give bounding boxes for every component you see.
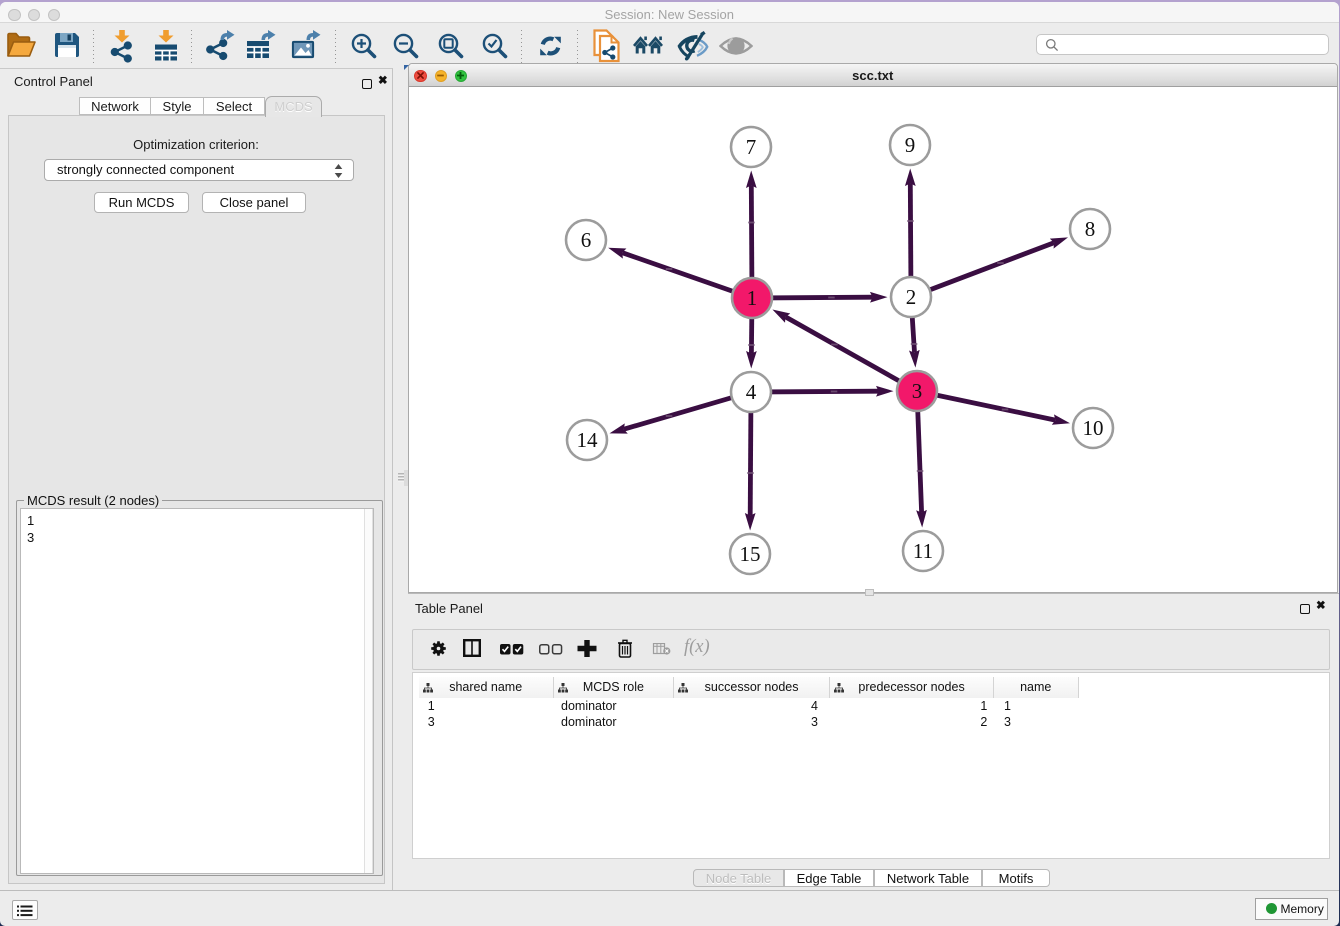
svg-text:6: 6 — [581, 228, 592, 252]
svg-text:3: 3 — [912, 379, 923, 403]
svg-text:4: 4 — [746, 380, 757, 404]
svg-text:2: 2 — [906, 285, 917, 309]
svg-text:9: 9 — [905, 133, 916, 157]
svg-text:11: 11 — [913, 539, 933, 563]
svg-text:14: 14 — [577, 428, 599, 452]
svg-text:8: 8 — [1085, 217, 1096, 241]
svg-text:10: 10 — [1083, 416, 1104, 440]
svg-text:1: 1 — [747, 286, 758, 310]
svg-text:7: 7 — [746, 135, 757, 159]
svg-text:15: 15 — [740, 542, 761, 566]
